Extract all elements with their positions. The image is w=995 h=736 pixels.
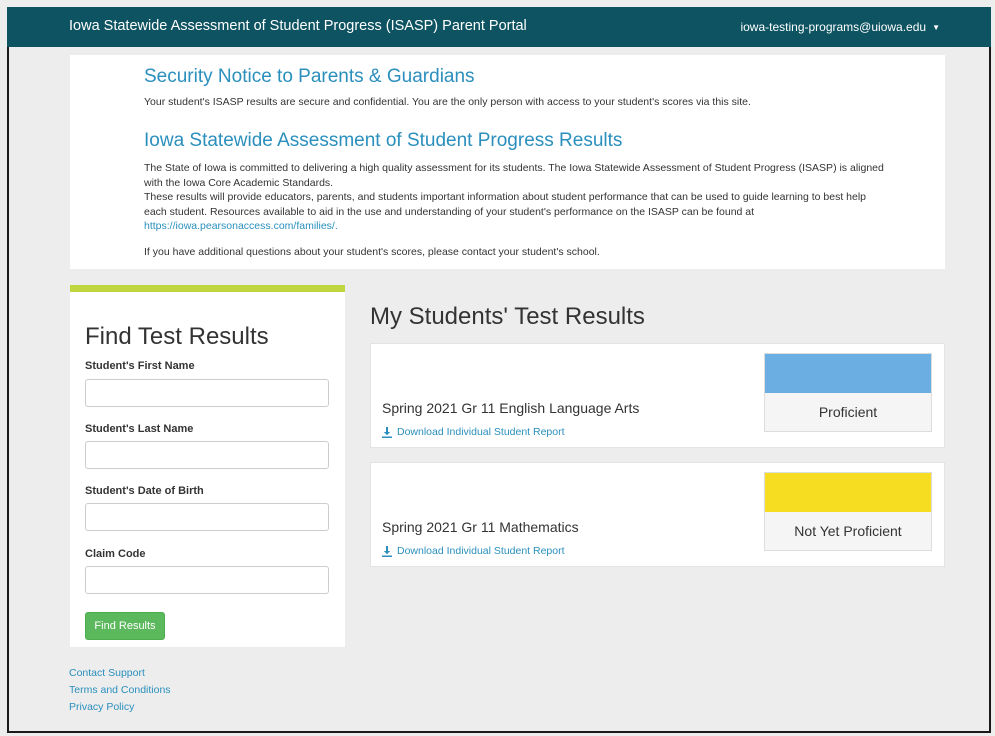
download-report-link[interactable]: Download Individual Student Report xyxy=(382,545,565,557)
test-name: Spring 2021 Gr 11 Mathematics xyxy=(382,519,579,535)
result-card-math: Spring 2021 Gr 11 Mathematics Download I… xyxy=(370,462,945,567)
last-name-input[interactable] xyxy=(85,441,329,469)
performance-level-badge: Not Yet Proficient xyxy=(764,472,932,551)
download-icon xyxy=(382,545,392,557)
user-email: iowa-testing-programs@uiowa.edu xyxy=(740,20,927,34)
performance-level-text: Proficient xyxy=(818,404,878,420)
results-info-para2: These results will provide educators, pa… xyxy=(144,190,884,234)
user-menu[interactable]: iowa-testing-programs@uiowa.edu ▼ xyxy=(740,20,940,34)
portal-title[interactable]: Iowa Statewide Assessment of Student Pro… xyxy=(69,18,527,34)
result-card-ela: Spring 2021 Gr 11 English Language Arts … xyxy=(370,343,945,448)
dob-label: Student's Date of Birth xyxy=(85,485,204,497)
download-report-label: Download Individual Student Report xyxy=(397,426,565,438)
find-results-panel: Find Test Results Student's First Name S… xyxy=(70,285,345,647)
top-navbar: Iowa Statewide Assessment of Student Pro… xyxy=(7,7,991,47)
first-name-input[interactable] xyxy=(85,379,329,407)
results-info-para2-text: These results will provide educators, pa… xyxy=(144,191,867,218)
first-name-label: Student's First Name xyxy=(85,360,195,372)
my-students-results-title: My Students' Test Results xyxy=(370,303,645,330)
find-results-title: Find Test Results xyxy=(85,323,269,350)
download-icon xyxy=(382,426,392,438)
contact-support-link[interactable]: Contact Support xyxy=(69,665,171,682)
results-info-para1: The State of Iowa is committed to delive… xyxy=(144,162,884,189)
claim-code-label: Claim Code xyxy=(85,548,146,560)
results-info-heading: Iowa Statewide Assessment of Student Pro… xyxy=(144,130,623,151)
caret-down-icon: ▼ xyxy=(932,22,940,32)
performance-level-color-bar xyxy=(765,473,931,512)
dob-input[interactable] xyxy=(85,503,329,531)
privacy-policy-link[interactable]: Privacy Policy xyxy=(69,699,171,716)
last-name-label: Student's Last Name xyxy=(85,423,194,435)
claim-code-input[interactable] xyxy=(85,566,329,594)
download-report-link[interactable]: Download Individual Student Report xyxy=(382,426,565,438)
security-notice-panel: Security Notice to Parents & Guardians Y… xyxy=(70,55,945,269)
performance-level-badge: Proficient xyxy=(764,353,932,432)
performance-level-color-bar xyxy=(765,354,931,393)
find-results-button[interactable]: Find Results xyxy=(85,612,165,640)
security-notice-heading: Security Notice to Parents & Guardians xyxy=(144,66,475,87)
pearson-families-link[interactable]: https://iowa.pearsonaccess.com/families/… xyxy=(144,220,338,232)
download-report-label: Download Individual Student Report xyxy=(397,545,565,557)
footer-links: Contact Support Terms and Conditions Pri… xyxy=(69,665,171,716)
security-notice-text: Your student's ISASP results are secure … xyxy=(144,96,751,108)
terms-and-conditions-link[interactable]: Terms and Conditions xyxy=(69,682,171,699)
test-name: Spring 2021 Gr 11 English Language Arts xyxy=(382,400,640,416)
performance-level-text: Not Yet Proficient xyxy=(794,523,902,539)
results-info-para3: If you have additional questions about y… xyxy=(144,246,600,258)
